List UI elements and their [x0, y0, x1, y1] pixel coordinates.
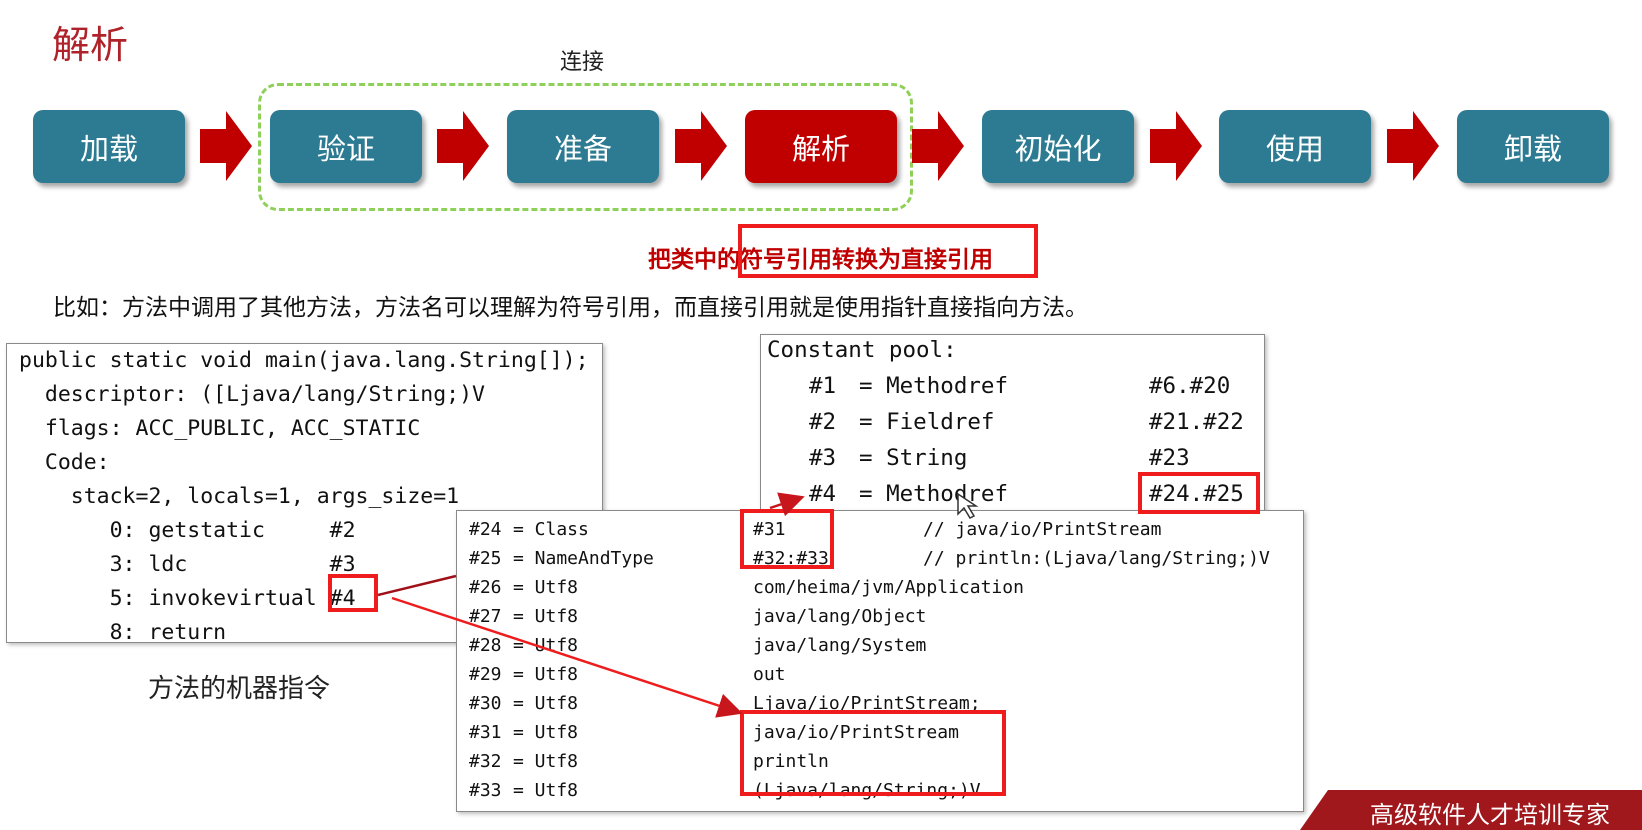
cp-ref: #23: [1149, 445, 1190, 471]
pool-comment: // println:(Ljava/lang/String;)V: [923, 548, 1270, 569]
pool-value: java/lang/System: [753, 635, 927, 656]
class-nametype-ref-highlight: [740, 509, 834, 569]
stage-use: 使用: [1219, 110, 1371, 183]
stage-arrow-icon: [912, 111, 964, 181]
stage-unload: 卸载: [1457, 110, 1609, 183]
cp-ref: #21.#22: [1149, 409, 1244, 435]
pool-index: #33: [469, 780, 502, 801]
stage-resolve: 解析: [745, 110, 897, 183]
pool-index: #28: [469, 635, 502, 656]
stage-verify: 验证: [270, 110, 422, 183]
cp-index: #3: [809, 445, 837, 471]
stage-prepare: 准备: [507, 110, 659, 183]
code-line: stack=2, locals=1, args_size=1: [19, 484, 460, 509]
pool-type: = Utf8: [513, 722, 579, 743]
cp-type: = Methodref: [859, 481, 1009, 507]
pool-index: #25: [469, 548, 502, 569]
footer-banner-text: 高级软件人才培训专家: [1370, 801, 1610, 829]
method-instructions-caption: 方法的机器指令: [148, 674, 331, 704]
cp-type: = Fieldref: [859, 409, 995, 435]
code-line: 5: invokevirtual #4: [19, 586, 356, 611]
example-text: 比如：方法中调用了其他方法，方法名可以理解为符号引用，而直接引用就是使用指针直接…: [53, 295, 1088, 321]
code-line: public static void main(java.lang.String…: [19, 348, 589, 373]
utf8-values-highlight: [740, 710, 1006, 796]
link-group-label: 连接: [560, 50, 605, 75]
pool-type: = Class: [513, 519, 589, 540]
constant-pool-header: Constant pool:: [767, 337, 957, 363]
pool-type: = Utf8: [513, 606, 579, 627]
pool-index: #32: [469, 751, 502, 772]
pool-type: = Utf8: [513, 780, 579, 801]
pool-type: = Utf8: [513, 751, 579, 772]
pool-index: #27: [469, 606, 502, 627]
code-line: 3: ldc #3: [19, 552, 356, 577]
pool-value: java/lang/Object: [753, 606, 927, 627]
code-line: 8: return: [19, 620, 227, 645]
pool-index: #30: [469, 693, 502, 714]
cp-type: = String: [859, 445, 968, 471]
cp-index: #4: [809, 481, 837, 507]
pool-type: = Utf8: [513, 577, 579, 598]
invokevirtual-ref-highlight: [328, 574, 378, 612]
code-line: descriptor: ([Ljava/lang/String;)V: [19, 382, 485, 407]
pool-value: com/heima/jvm/Application: [753, 577, 1024, 598]
code-line: 0: getstatic #2: [19, 518, 356, 543]
pool-type: = Utf8: [513, 635, 579, 656]
pool-comment: // java/io/PrintStream: [923, 519, 1162, 540]
pool-type: = Utf8: [513, 664, 579, 685]
pool-value: out: [753, 664, 786, 685]
pool-index: #26: [469, 577, 502, 598]
stage-load: 加载: [33, 110, 185, 183]
stage-initialize: 初始化: [982, 110, 1134, 183]
cp-ref: #6.#20: [1149, 373, 1231, 399]
slide-title: 解析: [52, 23, 129, 67]
pool-type: = Utf8: [513, 693, 579, 714]
stage-arrow-icon: [1387, 111, 1439, 181]
stage-arrow-icon: [437, 111, 489, 181]
pool-index: #31: [469, 722, 502, 743]
stage-arrow-icon: [200, 111, 252, 181]
code-line: flags: ACC_PUBLIC, ACC_STATIC: [19, 416, 421, 441]
code-line: Code:: [19, 450, 110, 475]
methodref-ref-highlight: [1138, 472, 1260, 514]
pool-type: = NameAndType: [513, 548, 654, 569]
cp-index: #1: [809, 373, 837, 399]
note-highlight-box: [738, 224, 1038, 278]
mouse-cursor-icon: [957, 492, 979, 519]
cp-index: #2: [809, 409, 837, 435]
stage-arrow-icon: [675, 111, 727, 181]
stage-arrow-icon: [1150, 111, 1202, 181]
cp-type: = Methodref: [859, 373, 1009, 399]
pool-index: #24: [469, 519, 502, 540]
pool-index: #29: [469, 664, 502, 685]
